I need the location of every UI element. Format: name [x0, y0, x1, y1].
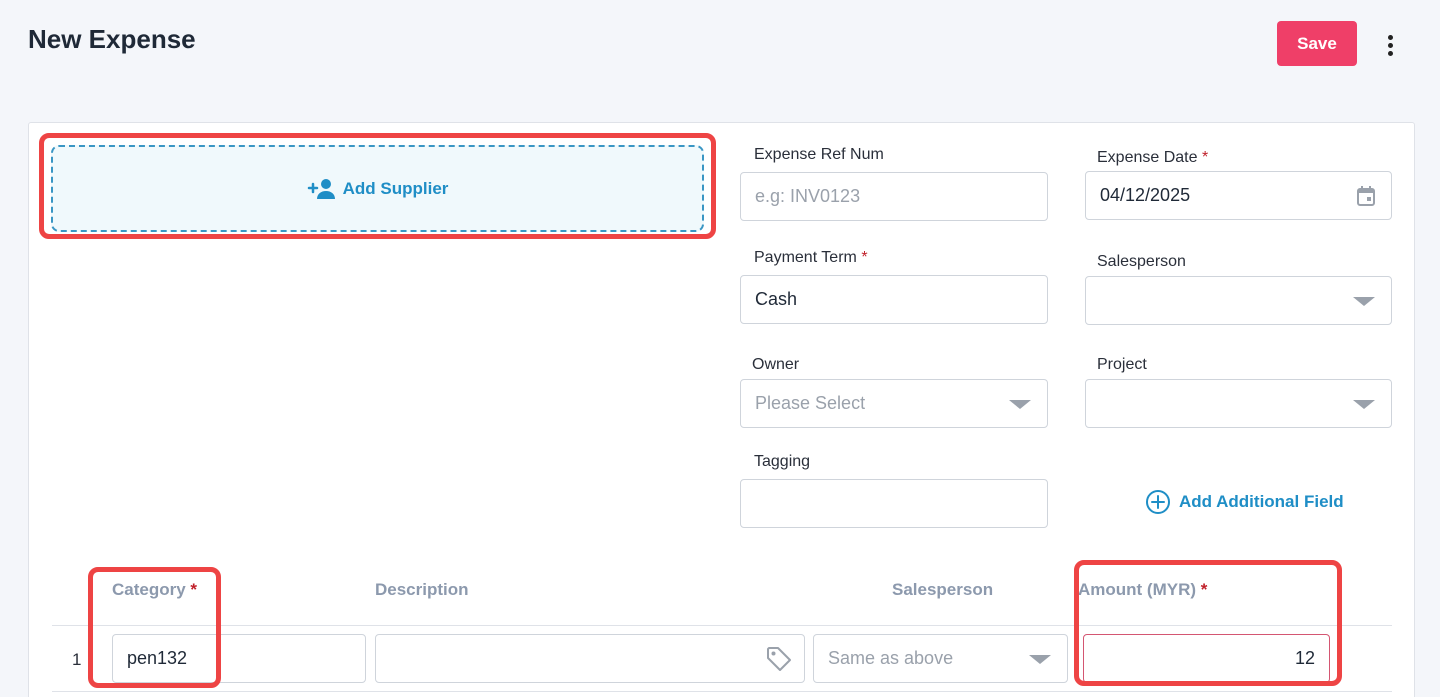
save-button[interactable]: Save: [1277, 21, 1357, 66]
chevron-down-icon: [1353, 399, 1375, 409]
column-header-description: Description: [375, 580, 469, 599]
column-header-amount: Amount (MYR) *: [1078, 580, 1208, 599]
salesperson-label: Salesperson: [1097, 253, 1186, 270]
owner-placeholder: Please Select: [755, 393, 866, 413]
row-number: 1: [72, 650, 82, 669]
description-input[interactable]: [375, 634, 805, 683]
add-supplier-button[interactable]: Add Supplier: [51, 145, 704, 232]
project-select[interactable]: [1085, 379, 1392, 428]
owner-label: Owner: [752, 356, 800, 373]
expense-date-label: Expense Date *: [1097, 149, 1209, 166]
add-additional-field-button[interactable]: Add Additional Field: [1145, 488, 1344, 516]
more-vertical-icon[interactable]: [1378, 30, 1402, 60]
divider: [52, 625, 1392, 626]
column-header-salesperson: Salesperson: [892, 580, 994, 599]
plus-circle-icon: [1146, 490, 1170, 514]
project-label: Project: [1097, 356, 1147, 373]
chevron-down-icon: [1029, 654, 1051, 664]
payment-term-label: Payment Term *: [754, 249, 868, 266]
category-input[interactable]: pen132: [112, 634, 366, 683]
tagging-label: Tagging: [754, 453, 811, 470]
page-title: New Expense: [28, 24, 196, 54]
add-user-icon: [307, 178, 335, 199]
add-supplier-label: Add Supplier: [342, 178, 449, 198]
tagging-input[interactable]: [740, 479, 1048, 528]
expense-date-value: 04/12/2025: [1100, 185, 1191, 205]
chevron-down-icon: [1353, 296, 1375, 306]
column-header-category: Category *: [112, 580, 198, 599]
row-salesperson-placeholder: Same as above: [828, 648, 954, 668]
add-additional-field-label: Add Additional Field: [1179, 492, 1344, 511]
expense-date-input[interactable]: 04/12/2025: [1085, 171, 1392, 220]
expense-ref-num-input[interactable]: e.g: INV0123: [740, 172, 1048, 221]
payment-term-input[interactable]: Cash: [740, 275, 1048, 324]
expense-ref-num-label: Expense Ref Num: [754, 146, 884, 163]
chevron-down-icon: [1009, 399, 1031, 409]
row-salesperson-select[interactable]: Same as above: [813, 634, 1068, 683]
salesperson-select[interactable]: [1085, 276, 1392, 325]
divider: [52, 691, 1392, 692]
owner-select[interactable]: Please Select: [740, 379, 1048, 428]
calendar-icon[interactable]: [1357, 185, 1375, 206]
amount-input[interactable]: 12: [1083, 634, 1330, 683]
tag-icon[interactable]: [766, 646, 792, 672]
